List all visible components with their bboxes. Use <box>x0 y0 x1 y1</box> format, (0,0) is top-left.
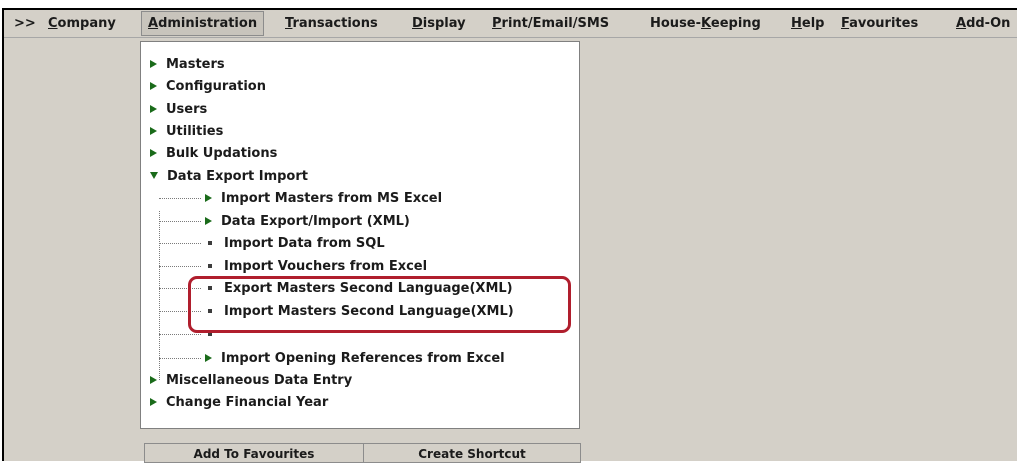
tree-connector-branch <box>159 311 201 312</box>
create-shortcut-button[interactable]: Create Shortcut <box>363 443 581 463</box>
menu-overflow-button[interactable]: >> <box>14 16 36 31</box>
add-to-favourites-button[interactable]: Add To Favourites <box>144 443 364 463</box>
menu-print-label: rint/Email/SMS <box>501 16 610 31</box>
menu-add-on-mnemonic: A <box>956 16 967 31</box>
menu-help-mnemonic: H <box>791 16 802 31</box>
tree-item-label: Data Export Import <box>167 169 308 184</box>
menu-transactions[interactable]: Transactions <box>285 16 378 31</box>
bullet-icon <box>208 264 212 268</box>
menu-company-label: ompany <box>57 16 116 31</box>
menu-display[interactable]: Display <box>412 16 466 31</box>
bullet-icon <box>208 241 212 245</box>
menu-administration[interactable]: Administration <box>141 11 265 36</box>
tree-connector-branch <box>159 266 201 267</box>
menu-house-keeping[interactable]: House-Keeping <box>650 16 761 31</box>
tree-item-label: Import Vouchers from Excel <box>224 259 428 274</box>
collapse-arrow-icon <box>150 172 158 179</box>
tree-item-change-financial-year[interactable]: Change Financial Year <box>150 393 328 412</box>
tree-item-import-data-sql[interactable]: Import Data from SQL <box>205 234 385 253</box>
tree-item-miscellaneous-data-entry[interactable]: Miscellaneous Data Entry <box>150 371 352 390</box>
tree-item-label: Import Masters Second Language(XML) <box>224 304 514 319</box>
tree-item-label: Change Financial Year <box>166 395 329 410</box>
menu-help[interactable]: Help <box>791 16 824 31</box>
tree-item-export-masters-second-language[interactable]: Export Masters Second Language(XML) <box>205 279 513 298</box>
menu-house-keeping-prefix: House- <box>650 16 702 31</box>
bullet-icon <box>208 309 212 313</box>
tree-item-label: Miscellaneous Data Entry <box>166 373 353 388</box>
menu-favourites-label: avourites <box>849 16 919 31</box>
tree-item-import-masters-excel[interactable]: Import Masters from MS Excel <box>205 189 442 208</box>
expand-arrow-icon <box>150 376 157 384</box>
bullet-icon <box>208 332 212 336</box>
tree-item-label: Masters <box>166 57 225 72</box>
menu-favourites-mnemonic: F <box>841 16 850 31</box>
menu-display-mnemonic: D <box>412 16 423 31</box>
tree-item-label: Export Masters Second Language(XML) <box>224 281 513 296</box>
menu-add-on-label: dd-On <box>966 16 1011 31</box>
expand-arrow-icon <box>205 354 212 362</box>
application-window: >> Company Administration Transactions D… <box>2 8 1017 463</box>
tree-item-utilities[interactable]: Utilities <box>150 122 223 141</box>
administration-dropdown-tree: Masters Configuration Users Utilities Bu… <box>140 41 580 429</box>
tree-item-import-masters-second-language[interactable]: Import Masters Second Language(XML) <box>205 302 514 321</box>
expand-arrow-icon <box>150 105 157 113</box>
bullet-icon <box>208 286 212 290</box>
tree-item-masters[interactable]: Masters <box>150 55 225 74</box>
menu-favourites[interactable]: Favourites <box>841 16 918 31</box>
tree-connector-branch <box>159 358 201 359</box>
menu-display-label: isplay <box>422 16 466 31</box>
tree-item-users[interactable]: Users <box>150 100 207 119</box>
expand-arrow-icon <box>205 217 212 225</box>
tree-item-label: Data Export/Import (XML) <box>221 214 410 229</box>
tree-connector-branch <box>159 221 201 222</box>
menu-add-on[interactable]: Add-On <box>956 16 1010 31</box>
tree-connector-branch <box>159 288 201 289</box>
tree-item-label: Bulk Updations <box>166 146 278 161</box>
tree-item-import-opening-references[interactable]: Import Opening References from Excel <box>205 349 505 368</box>
menu-administration-mnemonic: A <box>148 16 159 31</box>
expand-arrow-icon <box>150 127 157 135</box>
expand-arrow-icon <box>150 149 157 157</box>
tree-item-label: Import Data from SQL <box>224 236 385 251</box>
tree-item-configuration[interactable]: Configuration <box>150 77 266 96</box>
menu-house-keeping-label: eeping <box>710 16 761 31</box>
tree-connector-branch <box>159 198 201 199</box>
menu-print-email-sms[interactable]: Print/Email/SMS <box>492 16 609 31</box>
tree-item-blank[interactable] <box>205 325 224 344</box>
menu-print-mnemonic: P <box>492 16 502 31</box>
tree-item-bulk-updations[interactable]: Bulk Updations <box>150 144 277 163</box>
expand-arrow-icon <box>205 194 212 202</box>
expand-arrow-icon <box>150 82 157 90</box>
tree-item-data-export-import-xml[interactable]: Data Export/Import (XML) <box>205 212 410 231</box>
tree-connector-branch <box>159 334 201 335</box>
menu-company[interactable]: Company <box>48 16 116 31</box>
menu-house-keeping-mnemonic: K <box>701 16 711 31</box>
tree-item-label: Configuration <box>166 79 266 94</box>
tree-item-label: Utilities <box>166 124 224 139</box>
tree-item-label: Import Masters from MS Excel <box>221 191 443 206</box>
expand-arrow-icon <box>150 398 157 406</box>
menu-administration-label: dministration <box>158 16 258 31</box>
tree-connector-branch <box>159 243 201 244</box>
menu-company-mnemonic: C <box>48 16 58 31</box>
tree-item-import-vouchers-excel[interactable]: Import Vouchers from Excel <box>205 257 427 276</box>
tree-item-label: Users <box>166 102 208 117</box>
expand-arrow-icon <box>150 60 157 68</box>
menu-help-label: elp <box>801 16 825 31</box>
tree-item-data-export-import[interactable]: Data Export Import <box>150 167 308 186</box>
menu-transactions-label: ransactions <box>292 16 378 31</box>
tree-item-label: Import Opening References from Excel <box>221 351 505 366</box>
tree-connector-line <box>159 211 160 380</box>
menu-bar: >> Company Administration Transactions D… <box>4 10 1017 38</box>
